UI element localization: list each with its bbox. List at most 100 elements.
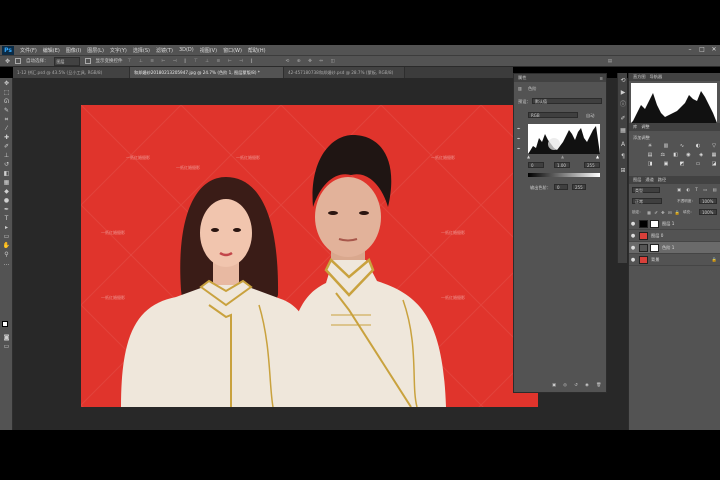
quick-select-tool-icon[interactable]: ✎	[2, 107, 11, 114]
eye-icon[interactable]: ●	[629, 233, 637, 239]
tab-libraries[interactable]: 库	[633, 124, 637, 130]
hand-tool-icon[interactable]: ✋	[2, 242, 11, 249]
layer-filter-icons[interactable]: ▣ ◐ T ▭ ▤	[677, 187, 718, 192]
menu-file[interactable]: 文件(F)	[20, 47, 37, 54]
eye-icon[interactable]: ●	[629, 245, 637, 251]
menu-edit[interactable]: 编辑(E)	[43, 47, 60, 54]
opacity-field[interactable]: 100%	[699, 198, 717, 204]
layer-row-3-selected[interactable]: ● 色阶 1	[629, 242, 720, 254]
tab-doc-2[interactable]: 和邦婚纱20180213205947.jpg @ 24.7% (色阶 1, 图层…	[130, 67, 284, 78]
fill-field[interactable]: 100%	[699, 209, 717, 215]
transform-checkbox[interactable]	[84, 58, 91, 64]
move-tool-icon[interactable]: ✥	[5, 58, 10, 65]
tab-doc-1[interactable]: 1-12 拼汇.psd @ 43.5% (旦小工具, RGB/8)	[13, 67, 130, 78]
panel-menu-icon[interactable]: ≡	[599, 76, 603, 81]
menu-select[interactable]: 选择(S)	[133, 47, 150, 54]
blur-tool-icon[interactable]: ◆	[2, 188, 11, 195]
properties-icon[interactable]: ⊞	[619, 167, 627, 175]
curves-icon[interactable]: ∿	[679, 143, 685, 149]
crop-tool-icon[interactable]: ⌗	[2, 116, 11, 123]
paragraph-icon[interactable]: ¶	[619, 153, 627, 161]
lookup-icon[interactable]: ▦	[711, 152, 717, 158]
preset-dropdown[interactable]: 默认值	[532, 98, 602, 104]
eye-icon[interactable]: ●	[629, 221, 637, 227]
selective-color-icon[interactable]: ◪	[711, 161, 717, 167]
hue-icon[interactable]: ▤	[647, 152, 653, 158]
white-eyedropper-icon[interactable]: ✒	[517, 146, 521, 151]
color-balance-icon[interactable]: ⚖	[660, 152, 666, 158]
move-tool-icon[interactable]: ✥	[2, 80, 11, 87]
foreground-color-swatch[interactable]	[2, 321, 8, 327]
invert-icon[interactable]: ◨	[647, 161, 653, 167]
menu-view[interactable]: 视图(V)	[200, 47, 217, 54]
threshold-icon[interactable]: ◩	[679, 161, 685, 167]
menu-image[interactable]: 图像(I)	[66, 47, 81, 54]
dodge-tool-icon[interactable]: ●	[2, 197, 11, 204]
gradient-tool-icon[interactable]: ▦	[2, 179, 11, 186]
3d-mode-icons[interactable]: ⟲ ⊕ ✥ ⇔ ◫	[286, 59, 338, 64]
quick-mask-icon[interactable]: ◙	[2, 334, 11, 341]
lock-icons[interactable]: ▦ ✐ ✥ ⊟ 🔒	[647, 210, 681, 216]
healing-tool-icon[interactable]: ✚	[2, 134, 11, 141]
align-icons[interactable]: ⊤ ⊥ ≡ ⊢ ⊣ ∥ ⊤ ⊥ ≡ ⊢ ⊣ ∥	[128, 59, 256, 64]
input-gamma-field[interactable]: 1.00	[554, 162, 570, 168]
tab-channels[interactable]: 通道	[645, 177, 653, 183]
levels-adj-icon[interactable]: ▥	[663, 143, 669, 149]
properties-tab[interactable]: 属性	[518, 75, 526, 81]
gray-eyedropper-icon[interactable]: ✒	[517, 136, 521, 141]
channel-mixer-icon[interactable]: ◈	[698, 152, 704, 158]
blend-mode-dropdown[interactable]: 正常	[632, 198, 662, 204]
menu-layer[interactable]: 图层(L)	[87, 47, 104, 54]
path-select-tool-icon[interactable]: ▸	[2, 224, 11, 231]
tab-adjustments[interactable]: 调整	[641, 124, 649, 130]
white-input-slider[interactable]: ▲	[596, 154, 599, 159]
auto-select-dropdown[interactable]: 图层	[53, 56, 80, 66]
input-white-field[interactable]: 255	[584, 162, 600, 168]
properties-footer-icons[interactable]: ▣ ◎ ↺ ◉ 🗑	[552, 382, 604, 388]
channel-dropdown[interactable]: RGB	[528, 112, 578, 118]
brightness-icon[interactable]: ☀	[647, 143, 653, 149]
eyedropper-tool-icon[interactable]: ⁄	[2, 125, 11, 132]
menu-filter[interactable]: 滤镜(T)	[156, 47, 173, 54]
pen-tool-icon[interactable]: ✒	[2, 206, 11, 213]
posterize-icon[interactable]: ▣	[663, 161, 669, 167]
tab-layers[interactable]: 图层	[633, 177, 641, 183]
workspace-icon[interactable]: ▤	[608, 59, 612, 64]
gradient-map-icon[interactable]: ▭	[695, 161, 701, 167]
layer-row-4[interactable]: ● 背景 🔒	[629, 254, 720, 266]
type-tool-icon[interactable]: T	[2, 215, 11, 222]
layer-kind-filter[interactable]: 类型	[632, 187, 660, 193]
auto-select-checkbox[interactable]	[15, 58, 22, 64]
minimize-icon[interactable]: –	[684, 45, 696, 55]
brush-tool-icon[interactable]: ✐	[2, 143, 11, 150]
bw-icon[interactable]: ◧	[673, 152, 679, 158]
layer-row-1[interactable]: ● 图层 1	[629, 218, 720, 230]
history-brush-icon[interactable]: ↺	[2, 161, 11, 168]
actions-icon[interactable]: ▶	[619, 89, 627, 97]
eye-icon[interactable]: ●	[629, 257, 637, 263]
auto-button[interactable]: 自动	[586, 113, 594, 119]
screen-mode-icon[interactable]: ▭	[2, 343, 11, 350]
menu-type[interactable]: 文字(Y)	[110, 47, 127, 54]
shape-tool-icon[interactable]: ▭	[2, 233, 11, 240]
black-eyedropper-icon[interactable]: ✒	[517, 126, 521, 131]
tab-doc-3[interactable]: 42-457180738和邦婚纱.psd @ 28.7% (蒙板, RGB/8)	[284, 67, 405, 78]
exposure-icon[interactable]: ◐	[695, 143, 701, 149]
maximize-icon[interactable]: □	[696, 45, 708, 55]
eraser-tool-icon[interactable]: ◧	[2, 170, 11, 177]
tab-paths[interactable]: 路径	[658, 177, 666, 183]
tab-histogram[interactable]: 直方图	[633, 74, 646, 80]
info-icon[interactable]: ⓘ	[619, 101, 627, 109]
photo-filter-icon[interactable]: ◉	[685, 152, 691, 158]
brush-panel-icon[interactable]: ✐	[619, 115, 627, 123]
output-white-field[interactable]: 255	[572, 184, 586, 190]
gray-input-slider[interactable]: ▲	[561, 154, 564, 159]
stamp-tool-icon[interactable]: ⊥	[2, 152, 11, 159]
black-input-slider[interactable]: ▲	[527, 154, 530, 159]
output-black-field[interactable]: 0	[554, 184, 568, 190]
menu-help[interactable]: 帮助(H)	[248, 47, 266, 54]
menu-3d[interactable]: 3D(D)	[179, 47, 194, 53]
input-black-field[interactable]: 0	[528, 162, 544, 168]
marquee-tool-icon[interactable]: ⬚	[2, 89, 11, 96]
document-canvas[interactable]: 一纸红婚摄影 一纸红婚摄影 一纸红婚摄影 一纸红婚摄影 一纸红婚摄影 一纸红婚摄…	[81, 105, 538, 407]
